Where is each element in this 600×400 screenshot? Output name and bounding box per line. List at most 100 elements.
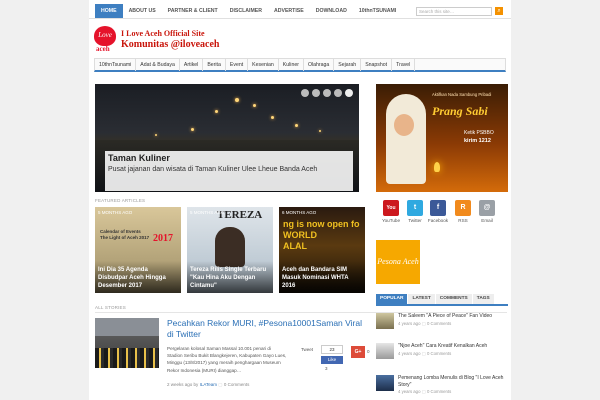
featured-title[interactable]: Tereza Rilis Single Terbaru "Kau Hina Ak… xyxy=(190,266,270,290)
social-email[interactable]: @ Email xyxy=(476,200,498,223)
popular-comments[interactable]: 0 Comments xyxy=(427,351,451,356)
cat-sejarah[interactable]: Sejarah xyxy=(334,59,362,71)
cat-kesenian[interactable]: Kesenian xyxy=(248,59,279,71)
tab-comments[interactable]: COMMENTS xyxy=(435,294,472,304)
cat-snapshot[interactable]: Snapshot xyxy=(361,59,393,71)
tab-popular[interactable]: POPULAR xyxy=(376,294,408,304)
ad-top-text: Aktifkan Nada Sambung Pribadi xyxy=(432,92,492,97)
slider-title[interactable]: Taman Kuliner xyxy=(108,153,170,163)
social-rss[interactable]: R RSS xyxy=(452,200,474,223)
featured-card[interactable]: TEREZA 5 MONTHS AGO Tereza Rilis Single … xyxy=(187,207,273,293)
social-label: RSS xyxy=(458,218,468,223)
social-label: Facebook xyxy=(427,218,449,223)
top-navigation: HOME ABOUT US PARTNER & CLIENT DISCLAIME… xyxy=(95,4,402,18)
site-title: I Love Aceh Official Site xyxy=(121,29,205,38)
popular-thumbnail[interactable] xyxy=(376,375,394,391)
popular-comments[interactable]: 0 Comments xyxy=(427,389,451,394)
popular-comments[interactable]: 0 Comments xyxy=(427,321,451,326)
ad-title: Prang Sabi xyxy=(432,104,488,118)
top-bar: HOME ABOUT US PARTNER & CLIENT DISCLAIME… xyxy=(89,4,511,19)
post-comments[interactable]: 0 Comments xyxy=(224,382,250,387)
nav-advertise[interactable]: ADVERTISE xyxy=(268,4,310,18)
tab-latest[interactable]: LATEST xyxy=(408,294,435,304)
post-excerpt: Pergelaran kolosal Saman Massal 10.001 p… xyxy=(167,346,287,373)
featured-card[interactable]: Calendar of Events The Light of Aceh 201… xyxy=(95,207,181,293)
slider-dot[interactable] xyxy=(301,89,309,97)
ad-image-face xyxy=(394,114,414,136)
ring-back-tone-ad[interactable]: Aktifkan Nada Sambung Pribadi Prang Sabi… xyxy=(376,84,508,192)
popular-item[interactable]: "Njoe Aceh" Cara Kreatif Kenalkan Aceh 4… xyxy=(376,343,508,365)
slider-image-light xyxy=(319,130,321,132)
nav-disclaimer[interactable]: DISCLAIMER xyxy=(224,4,268,18)
cat-event[interactable]: Event xyxy=(226,59,249,71)
post-author[interactable]: ILATeam xyxy=(200,382,217,387)
popular-meta: 4 years ago ▢ 0 Comments xyxy=(398,321,451,327)
slider-image-light xyxy=(215,110,218,113)
featured-time: 5 MONTHS AGO xyxy=(190,210,225,215)
popular-meta: 4 years ago ▢ 0 Comments xyxy=(398,389,451,395)
cat-berita[interactable]: Berita xyxy=(203,59,226,71)
like-button[interactable]: Like xyxy=(321,356,343,364)
featured-image-text: ng is now open fo WORLD ALAL xyxy=(283,219,360,251)
popular-title[interactable]: "Njoe Aceh" Cara Kreatif Kenalkan Aceh xyxy=(398,343,506,350)
popular-time: 4 years ago xyxy=(398,351,421,356)
gplus-count: 0 xyxy=(367,349,370,354)
site-logo[interactable]: Love aceh I Love Aceh Official Site Komu… xyxy=(94,24,254,56)
slider-image-light xyxy=(155,134,157,136)
all-stories-heading: ALL STORIES xyxy=(95,305,126,310)
youtube-icon: You xyxy=(383,200,399,216)
post-thumbnail[interactable] xyxy=(95,318,159,368)
post-title[interactable]: Pecahkan Rekor MURI, #Pesona10001Saman V… xyxy=(167,318,367,340)
slider-dot-active[interactable] xyxy=(345,89,353,97)
cat-olahraga[interactable]: Olahraga xyxy=(304,59,335,71)
featured-card[interactable]: ng is now open fo WORLD ALAL 6 MONTHS AG… xyxy=(279,207,365,293)
slider-image-light xyxy=(191,128,194,131)
cat-tsunami[interactable]: 10thnTsunami xyxy=(95,59,137,71)
popular-thumbnail[interactable] xyxy=(376,343,394,359)
category-navigation: 10thnTsunami Adat & Budaya Artikel Berit… xyxy=(94,58,506,72)
slider-dot[interactable] xyxy=(323,89,331,97)
ad-image-woman xyxy=(386,94,426,184)
featured-heading: FEATURED ARTICLES xyxy=(95,198,146,203)
tab-tags[interactable]: TAGS xyxy=(472,294,494,304)
popular-thumbnail[interactable] xyxy=(376,313,394,329)
nav-partner-client[interactable]: PARTNER & CLIENT xyxy=(162,4,224,18)
nav-tsunami[interactable]: 10thnTSUNAMI xyxy=(353,4,402,18)
featured-title[interactable]: Ini Dia 35 Agenda Disbudpar Aceh Hingga … xyxy=(98,266,178,290)
cat-adat-budaya[interactable]: Adat & Budaya xyxy=(136,59,180,71)
search-button[interactable]: ⌕ xyxy=(495,7,503,15)
social-youtube[interactable]: You YouTube xyxy=(380,200,402,223)
popular-title[interactable]: The Saleem "A Piece of Peace" Fan Video xyxy=(398,313,506,320)
site-tagline: Komunitas @iloveaceh xyxy=(121,39,220,50)
comment-icon: ▢ xyxy=(421,351,426,356)
featured-slider[interactable]: Taman Kuliner Pusat jajanan dan wisata d… xyxy=(95,84,359,192)
featured-image-year: 2017 xyxy=(153,233,173,244)
nav-home[interactable]: HOME xyxy=(95,4,123,18)
like-count: 3 xyxy=(325,366,328,371)
post-by: by xyxy=(193,382,199,387)
email-icon: @ xyxy=(479,200,495,216)
popular-title[interactable]: Pemenang Lomba Menulis di Blog "I Love A… xyxy=(398,375,506,388)
slider-dot[interactable] xyxy=(312,89,320,97)
popular-item[interactable]: The Saleem "A Piece of Peace" Fan Video … xyxy=(376,313,508,335)
ad-kirim: kirim 1212 xyxy=(464,138,491,144)
heart-logo-icon: Love xyxy=(94,26,116,46)
cat-artikel[interactable]: Artikel xyxy=(180,59,204,71)
gplus-button[interactable]: G+ xyxy=(351,346,365,358)
cat-kuliner[interactable]: Kuliner xyxy=(279,59,304,71)
popular-item[interactable]: Pemenang Lomba Menulis di Blog "I Love A… xyxy=(376,375,508,397)
pesona-aceh-badge[interactable]: Pesona Aceh xyxy=(376,240,420,284)
ad-kelik: Ketik PSBBO xyxy=(464,130,494,136)
comment-icon: ▢ xyxy=(421,389,426,394)
cat-travel[interactable]: Travel xyxy=(392,59,416,71)
slider-image-light xyxy=(253,104,256,107)
slider-dot[interactable] xyxy=(334,89,342,97)
nav-download[interactable]: DOWNLOAD xyxy=(310,4,353,18)
search-input[interactable]: Search this site… xyxy=(416,7,492,16)
like-label: Like xyxy=(327,357,337,362)
social-twitter[interactable]: t Twitter xyxy=(404,200,426,223)
featured-title[interactable]: Aceh dan Bandara SIM Masuk Nominasi WHTA… xyxy=(282,266,362,290)
nav-about-us[interactable]: ABOUT US xyxy=(123,4,162,18)
social-facebook[interactable]: f Facebook xyxy=(427,200,449,223)
slider-caption[interactable]: Taman Kuliner Pusat jajanan dan wisata d… xyxy=(105,151,353,191)
